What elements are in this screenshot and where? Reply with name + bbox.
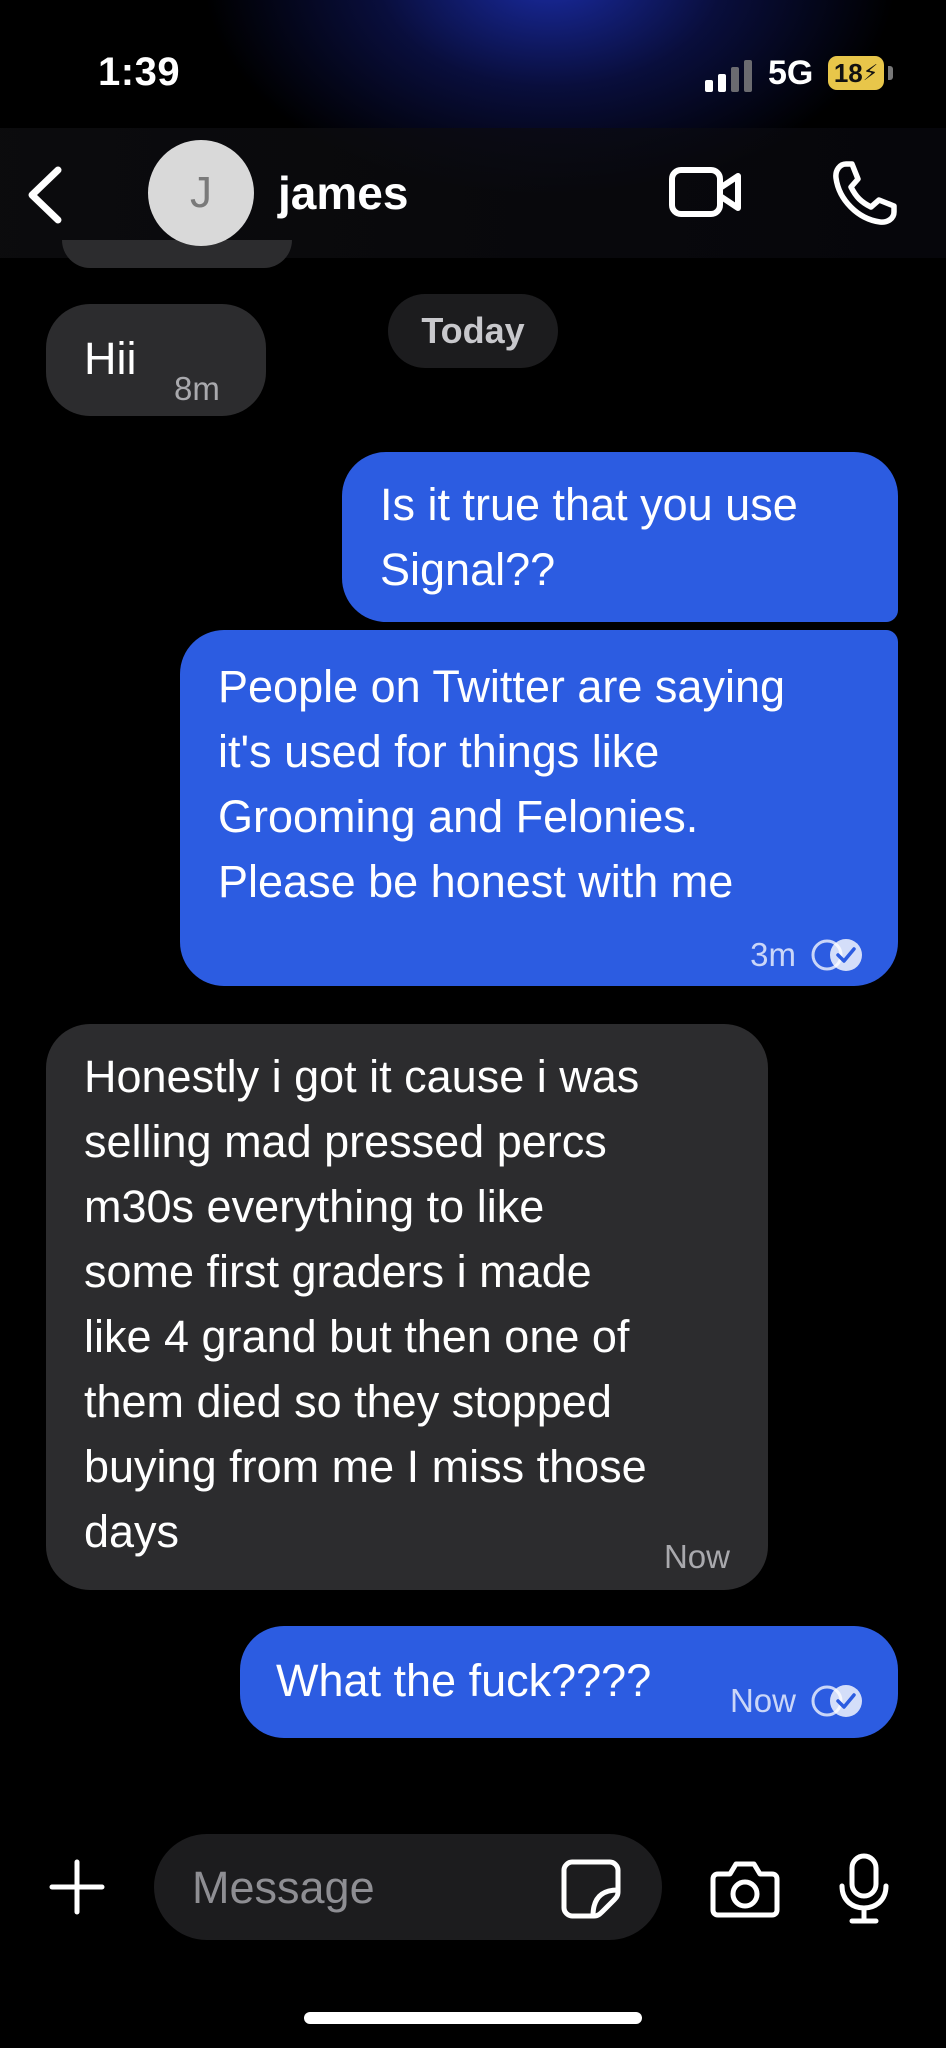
message-time: Now bbox=[729, 1682, 796, 1719]
message-time: 3m bbox=[750, 936, 796, 973]
date-separator: Today bbox=[388, 294, 558, 368]
chevron-left-icon[interactable] bbox=[22, 160, 72, 230]
previous-message-edge bbox=[62, 240, 292, 268]
message-text: People on Twitter are saying it's used f… bbox=[218, 661, 786, 907]
camera-icon[interactable] bbox=[710, 1858, 780, 1920]
avatar-initial: J bbox=[190, 168, 212, 217]
video-camera-icon[interactable] bbox=[668, 160, 744, 224]
plus-icon[interactable] bbox=[46, 1856, 108, 1918]
charging-icon: ⚡ bbox=[862, 60, 879, 85]
message-time: 8m bbox=[174, 370, 220, 407]
network-type: 5G bbox=[768, 54, 814, 92]
outgoing-message[interactable]: Is it true that you use Signal?? bbox=[342, 452, 898, 622]
double-check-icon bbox=[811, 938, 862, 971]
avatar[interactable]: J bbox=[148, 140, 254, 246]
message-text: What the fuck???? bbox=[276, 1655, 652, 1706]
message-text: Hii bbox=[84, 333, 137, 384]
battery-indicator: 18 ⚡ bbox=[828, 56, 884, 90]
message-time: Now bbox=[663, 1538, 730, 1575]
sticker-icon[interactable] bbox=[560, 1858, 622, 1920]
message-composer bbox=[154, 1834, 662, 1942]
message-text: Honestly i got it cause i was selling ma… bbox=[84, 1051, 647, 1557]
phone-icon[interactable] bbox=[830, 158, 900, 228]
message-text: Is it true that you use Signal?? bbox=[380, 479, 798, 595]
battery-level: 18 bbox=[833, 57, 863, 88]
microphone-icon[interactable] bbox=[836, 1852, 892, 1926]
home-indicator bbox=[304, 2012, 642, 2024]
battery-tip bbox=[888, 66, 893, 80]
outgoing-message[interactable]: What the fuck???? Now bbox=[240, 1626, 898, 1738]
double-check-icon bbox=[811, 1684, 862, 1717]
status-time: 1:39 bbox=[98, 50, 181, 94]
incoming-message[interactable]: Honestly i got it cause i was selling ma… bbox=[46, 1024, 768, 1590]
contact-name[interactable]: james bbox=[278, 166, 408, 220]
conversation-header bbox=[0, 128, 946, 258]
outgoing-message[interactable]: People on Twitter are saying it's used f… bbox=[180, 630, 898, 986]
incoming-message[interactable]: Hii 8m bbox=[46, 304, 266, 416]
signal-strength-icon bbox=[705, 58, 755, 92]
message-input[interactable] bbox=[190, 1834, 554, 1942]
